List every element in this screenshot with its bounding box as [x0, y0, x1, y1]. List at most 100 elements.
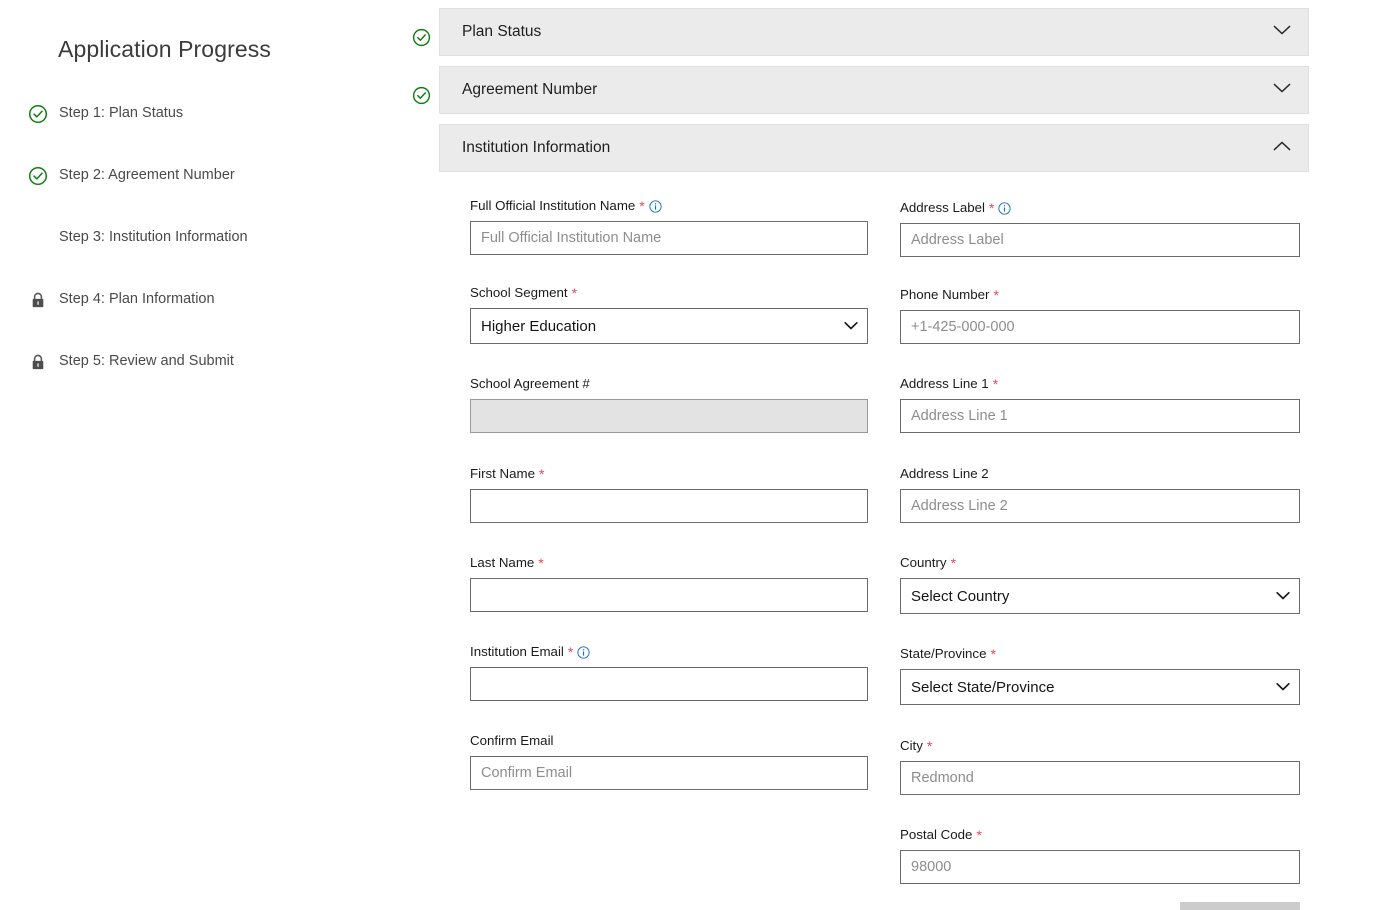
- field-label: Confirm Email: [470, 733, 868, 749]
- form-field: Country * Select Country: [900, 555, 1300, 614]
- form-field: Confirm Email: [470, 733, 868, 790]
- field-label-text: Full Official Institution Name: [470, 198, 636, 213]
- accordion-header-2[interactable]: Agreement Number: [439, 66, 1309, 114]
- form-field: State/Province * Select State/Province: [900, 646, 1300, 705]
- required-asterisk: *: [926, 738, 933, 754]
- field-label-text: Address Line 1: [900, 376, 989, 391]
- field-label: School Segment *: [470, 285, 868, 301]
- sidebar-step-label: Step 3: Institution Information: [59, 229, 248, 245]
- chevron-down-icon: [1276, 679, 1290, 696]
- field-label: Address Line 2: [900, 466, 1300, 482]
- required-asterisk: *: [992, 376, 999, 392]
- field-label: Address Line 1 *: [900, 376, 1300, 392]
- sidebar-step-label: Step 2: Agreement Number: [59, 167, 235, 183]
- field-label: Institution Email *: [470, 644, 868, 660]
- field-label-text: State/Province: [900, 646, 987, 661]
- page-title: Application Progress: [58, 36, 271, 62]
- form-field: Institution Email *: [470, 644, 868, 701]
- input-city[interactable]: [900, 761, 1300, 795]
- accordion-row: Agreement Number: [410, 66, 1378, 114]
- required-asterisk: *: [993, 287, 999, 303]
- field-label-text: Address Label: [900, 200, 986, 215]
- input-full-official-institution-name[interactable]: [470, 221, 868, 255]
- accordion-row: Plan Status: [410, 8, 1378, 56]
- sidebar-step-label: Step 5: Review and Submit: [59, 353, 234, 369]
- required-asterisk: *: [539, 466, 545, 482]
- info-icon[interactable]: [649, 199, 662, 213]
- main-content: Plan Status Agreement Number Institution I…: [410, 0, 1378, 910]
- field-label: Phone Number *: [900, 287, 1300, 303]
- form-field: Postal Code *: [900, 827, 1300, 884]
- required-asterisk: *: [976, 827, 982, 843]
- form-column-right: Address Label*Phone Number*Address Line …: [900, 200, 1300, 884]
- sidebar-step-2[interactable]: Step 2: Agreement Number: [26, 162, 396, 224]
- save-button-row: Save: [900, 902, 1300, 910]
- dropdown-selected-value: Select Country: [911, 587, 1010, 605]
- input-confirm-email[interactable]: [470, 756, 868, 790]
- accordion-row: Institution Information: [410, 124, 1378, 172]
- required-asterisk: *: [639, 198, 645, 214]
- accordion-header-1[interactable]: Plan Status: [439, 8, 1309, 56]
- chevron-down-icon[interactable]: [1273, 81, 1291, 99]
- info-icon[interactable]: [577, 645, 590, 659]
- field-label: Full Official Institution Name *: [470, 198, 868, 214]
- input-address-line-2[interactable]: [900, 489, 1300, 523]
- lock-icon: [26, 288, 50, 312]
- required-asterisk: *: [571, 285, 578, 301]
- field-label: First Name *: [470, 466, 868, 482]
- chevron-down-icon[interactable]: [1273, 23, 1291, 41]
- form-column-left: Full Official Institution Name*School Se…: [470, 198, 868, 790]
- form-field: First Name *: [470, 466, 868, 523]
- save-button[interactable]: Save: [1180, 902, 1300, 910]
- dropdown-state-province[interactable]: Select State/Province: [900, 669, 1300, 705]
- chevron-down-icon: [844, 318, 858, 335]
- accordion-title: Agreement Number: [462, 81, 598, 98]
- input-address-label[interactable]: [900, 223, 1300, 257]
- field-label-text: Phone Number: [900, 287, 990, 302]
- sidebar-step-4[interactable]: Step 4: Plan Information: [26, 286, 396, 348]
- field-label: Address Label *: [900, 200, 1300, 216]
- input-last-name[interactable]: [470, 578, 868, 612]
- form-field: Full Official Institution Name *: [470, 198, 868, 255]
- chevron-up-icon[interactable]: [1273, 139, 1291, 157]
- input-institution-email[interactable]: [470, 667, 868, 701]
- field-label-text: Country: [900, 555, 947, 570]
- field-label-text: Confirm Email: [470, 733, 554, 748]
- field-label: Postal Code *: [900, 827, 1300, 843]
- lock-icon: [26, 350, 50, 374]
- info-icon[interactable]: [998, 201, 1012, 215]
- field-label: School Agreement #: [470, 376, 868, 392]
- field-label-text: City: [900, 738, 923, 753]
- input-address-line-1[interactable]: [900, 399, 1300, 433]
- chevron-down-icon: [1276, 588, 1290, 605]
- sidebar-step-3[interactable]: Step 3: Institution Information: [26, 224, 396, 286]
- required-asterisk: *: [538, 555, 544, 571]
- application-progress-page: Application Progress Step 1: Plan Status…: [0, 0, 1378, 910]
- field-label-text: Last Name: [470, 555, 535, 570]
- sidebar: Application Progress Step 1: Plan Status…: [0, 0, 410, 910]
- field-label: State/Province *: [900, 646, 1300, 662]
- input-postal-code[interactable]: [900, 850, 1300, 884]
- input-first-name[interactable]: [470, 489, 868, 523]
- check-circle-icon: [26, 102, 50, 126]
- field-label-text: Institution Email: [470, 644, 564, 659]
- sidebar-step-label: Step 1: Plan Status: [59, 105, 184, 121]
- input-school-agreement: [470, 399, 868, 433]
- form-field: City *: [900, 738, 1300, 795]
- accordion-header-3[interactable]: Institution Information: [439, 124, 1309, 172]
- sidebar-step-1[interactable]: Step 1: Plan Status: [26, 100, 396, 162]
- dropdown-school-segment[interactable]: Higher Education: [470, 308, 868, 344]
- required-asterisk: *: [567, 644, 574, 660]
- input-phone-number[interactable]: [900, 310, 1300, 344]
- field-label-text: First Name: [470, 466, 536, 481]
- form-field: Last Name *: [470, 555, 868, 612]
- form-field: Phone Number *: [900, 287, 1300, 344]
- field-label: Country *: [900, 555, 1300, 571]
- form-field: School Segment * Higher Education: [470, 285, 868, 344]
- dropdown-country[interactable]: Select Country: [900, 578, 1300, 614]
- field-label-text: Postal Code: [900, 827, 973, 842]
- sidebar-step-5[interactable]: Step 5: Review and Submit: [26, 348, 396, 410]
- accordion-title: Institution Information: [462, 139, 611, 156]
- field-label-text: Address Line 2: [900, 466, 989, 481]
- accordion-no-status-icon: [410, 142, 432, 164]
